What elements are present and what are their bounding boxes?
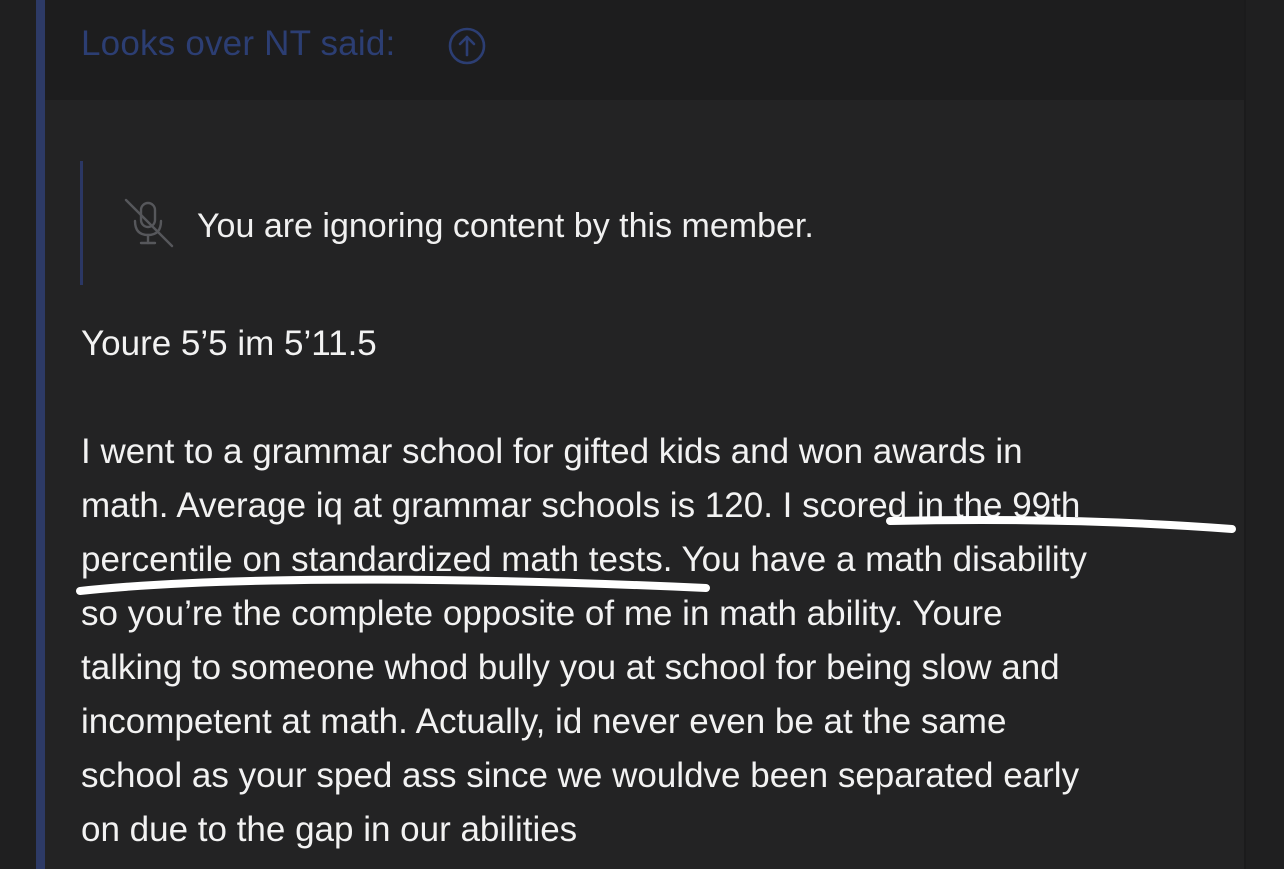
ignored-content-text: You are ignoring content by this member. — [197, 207, 814, 245]
ignored-content-notice: You are ignoring content by this member. — [80, 161, 903, 285]
post-line: so you’re the complete opposite of me in… — [81, 594, 1003, 633]
post-line: I went to a grammar school for gifted ki… — [81, 432, 1023, 471]
post-line: incompetent at math. Actually, id never … — [81, 702, 1007, 741]
post-paragraph: I went to a grammar school for gifted ki… — [81, 425, 1231, 857]
screenshot-page: Looks over NT said: You are ignoring con… — [0, 0, 1284, 869]
post-line: talking to someone whod bully you at sch… — [81, 648, 1060, 687]
up-arrow-circle-icon[interactable] — [447, 26, 487, 66]
quote-header: Looks over NT said: — [45, 0, 1244, 100]
muted-microphone-icon — [124, 198, 174, 248]
post-line: on due to the gap in our abilities — [81, 810, 578, 849]
quote-author-link[interactable]: Looks over NT said: — [81, 24, 395, 64]
post-line: percentile on standardized math tests. Y… — [81, 540, 1087, 579]
post-line: school as your sped ass since we wouldve… — [81, 756, 1080, 795]
quoted-post: Looks over NT said: You are ignoring con… — [36, 0, 1246, 869]
post-first-line: Youre 5’5 im 5’11.5 — [81, 324, 377, 363]
post-line: math. Average iq at grammar schools is 1… — [81, 486, 1081, 525]
